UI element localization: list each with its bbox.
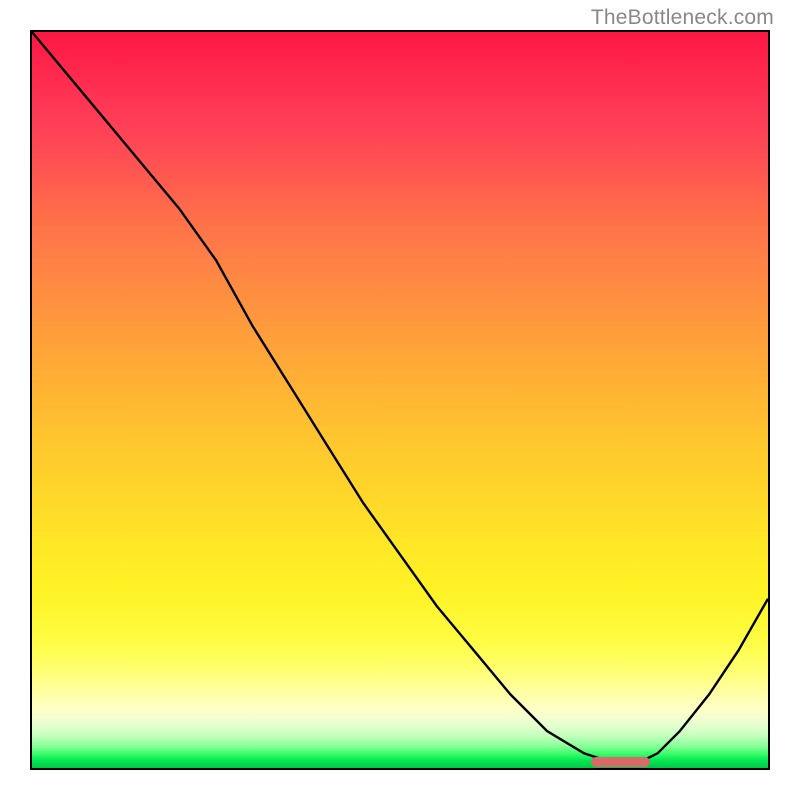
optimal-range-marker <box>591 757 650 767</box>
watermark-text: TheBottleneck.com <box>591 6 774 30</box>
bottleneck-curve <box>32 32 768 768</box>
chart-container: TheBottleneck.com <box>0 0 800 800</box>
plot-area <box>30 30 770 770</box>
